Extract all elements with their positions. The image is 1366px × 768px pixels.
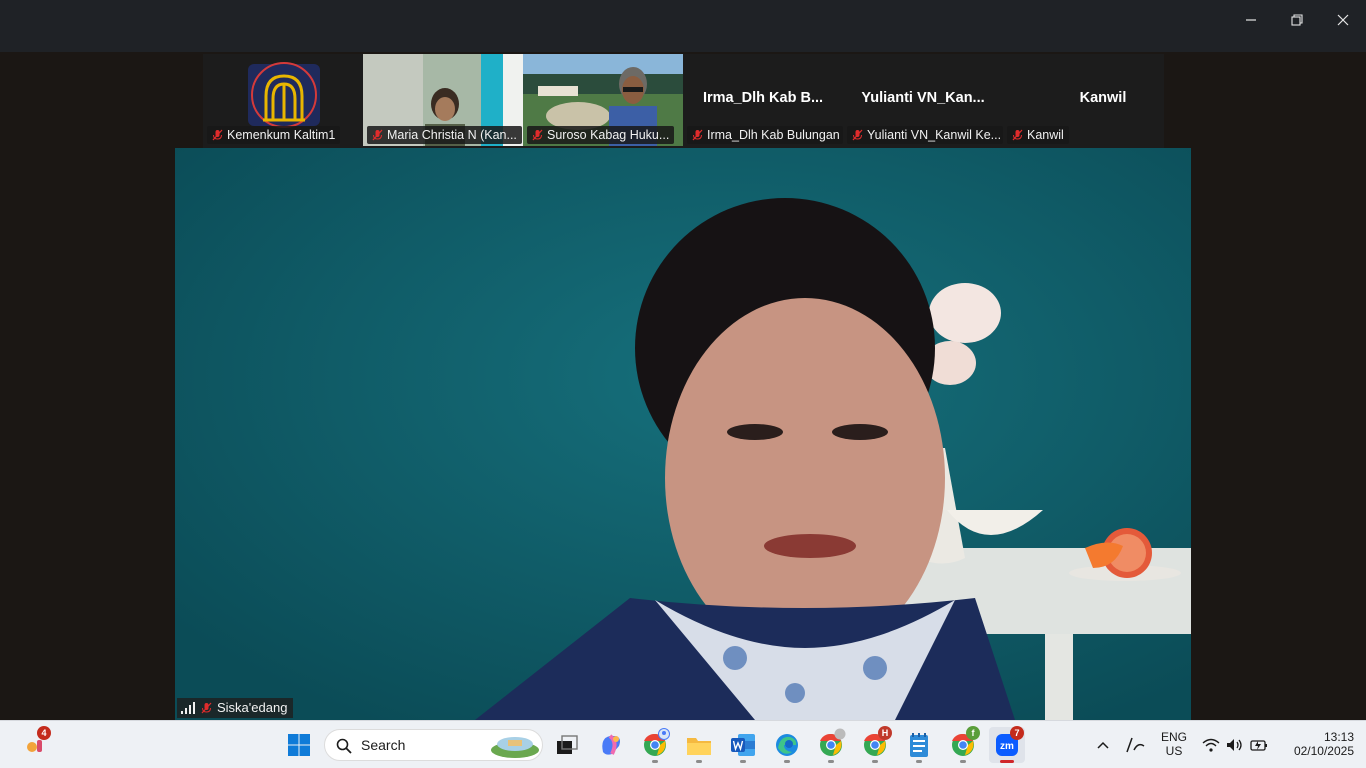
signal-bars-icon <box>181 702 195 714</box>
word-button[interactable] <box>725 727 761 763</box>
notification-badge: 7 <box>1010 726 1024 740</box>
muted-mic-icon <box>372 129 383 141</box>
folder-icon <box>687 738 711 755</box>
pen-workspace-icon <box>1126 737 1145 753</box>
restore-button[interactable] <box>1282 8 1312 32</box>
window-titlebar <box>0 0 1366 52</box>
taskbar-search-box[interactable]: Search <box>324 729 543 761</box>
speaker-name-tag: Siska'edang <box>177 698 294 718</box>
file-explorer-button[interactable] <box>681 727 717 763</box>
participant-display-name: Yulianti VN_Kan... <box>861 90 985 106</box>
wifi-icon <box>1202 738 1220 752</box>
profile-avatar-icon <box>834 728 846 740</box>
participant-name: Suroso Kabag Huku... <box>547 128 670 142</box>
speaker-name: Siska'edang <box>217 700 288 715</box>
profile-badge: f <box>966 726 980 740</box>
participant-display-name: Kanwil <box>1079 90 1127 106</box>
task-view-icon <box>557 735 578 754</box>
minimize-button[interactable] <box>1236 8 1266 32</box>
search-icon <box>336 738 352 754</box>
chrome-profile-4-button[interactable]: f <box>945 726 981 763</box>
participant-name: Kemenkum Kaltim1 <box>227 128 336 142</box>
chrome-profile-2-button[interactable] <box>813 727 849 763</box>
participant-tile[interactable]: Kemenkum Kaltim1 <box>203 54 363 146</box>
participant-tile[interactable]: Maria Christia N (Kan... <box>363 54 523 146</box>
notepad-icon <box>910 733 928 757</box>
running-indicator <box>916 760 922 763</box>
speaker-video-frame <box>175 148 1191 720</box>
running-indicator <box>828 760 834 763</box>
windows-logo-icon <box>288 734 310 756</box>
muted-mic-icon <box>532 129 543 141</box>
participant-name-tag: Suroso Kabag Huku... <box>527 126 675 144</box>
chrome-button[interactable] <box>637 727 673 763</box>
running-indicator <box>784 760 790 763</box>
muted-mic-icon <box>692 129 703 141</box>
muted-mic-icon <box>1012 129 1023 141</box>
taskbar: 4 Search H f zm 7 ENG US 13:13 02/10/202… <box>0 720 1366 768</box>
running-indicator <box>740 760 746 763</box>
participant-name-tag: Yulianti VN_Kanwil Ke... <box>847 126 1003 144</box>
muted-mic-icon <box>201 702 212 714</box>
muted-mic-icon <box>852 129 863 141</box>
input-language-indicator[interactable]: ENG US <box>1156 730 1192 758</box>
close-button[interactable] <box>1328 8 1358 32</box>
participant-tile[interactable]: Kanwil Kanwil <box>1003 54 1163 146</box>
clock-date: 02/10/2025 <box>1293 744 1354 758</box>
start-button[interactable] <box>281 727 317 763</box>
word-icon <box>731 734 755 756</box>
participant-strip: Kemenkum Kaltim1 Maria Christia N (Kan..… <box>203 54 1164 148</box>
muted-mic-icon <box>212 129 223 141</box>
minimize-icon <box>1246 19 1256 21</box>
search-highlight-image <box>491 737 539 758</box>
weather-widget[interactable]: 4 <box>16 726 52 763</box>
zoom-button[interactable]: zm 7 <box>989 726 1025 763</box>
notepad-button[interactable] <box>901 727 937 763</box>
chevron-up-icon <box>1097 741 1109 749</box>
edge-button[interactable] <box>769 727 805 763</box>
close-icon <box>1337 14 1349 26</box>
participant-name-tag: Irma_Dlh Kab Bulungan <box>687 126 843 144</box>
pen-menu-button[interactable] <box>1118 727 1152 763</box>
participant-name: Yulianti VN_Kanwil Ke... <box>867 128 1002 142</box>
clock-time: 13:13 <box>1323 730 1354 744</box>
participant-tile[interactable]: Irma_Dlh Kab B... Irma_Dlh Kab Bulungan <box>683 54 843 146</box>
chrome-profile-3-button[interactable]: H <box>857 726 893 763</box>
participant-name-tag: Maria Christia N (Kan... <box>367 126 522 144</box>
running-indicator <box>696 760 702 763</box>
participant-name: Maria Christia N (Kan... <box>387 128 517 142</box>
profile-icon <box>658 728 670 740</box>
participant-display-name: Irma_Dlh Kab B... <box>702 90 824 106</box>
copilot-icon <box>602 734 620 755</box>
restore-icon <box>1291 14 1303 26</box>
participant-name: Kanwil <box>1027 128 1064 142</box>
speaker-icon <box>1227 739 1242 751</box>
network-button[interactable] <box>1198 727 1224 763</box>
participant-name-tag: Kemenkum Kaltim1 <box>207 126 341 144</box>
search-label: Search <box>361 737 406 753</box>
running-indicator <box>652 760 658 763</box>
active-speaker-video[interactable]: Siska'edang <box>175 148 1191 720</box>
profile-badge: H <box>878 726 892 740</box>
battery-button[interactable] <box>1246 727 1272 763</box>
battery-charging-icon <box>1250 740 1267 751</box>
running-indicator <box>872 760 878 763</box>
copilot-button[interactable] <box>593 727 629 763</box>
participant-name: Irma_Dlh Kab Bulungan <box>707 128 840 142</box>
participant-tile[interactable]: Suroso Kabag Huku... <box>523 54 683 146</box>
language-code: ENG <box>1160 730 1187 744</box>
svg-text:zm: zm <box>1000 741 1014 752</box>
task-view-button[interactable] <box>549 727 585 763</box>
active-indicator <box>1000 760 1014 763</box>
meeting-stage: Kemenkum Kaltim1 Maria Christia N (Kan..… <box>0 52 1366 720</box>
clock[interactable]: 13:13 02/10/2025 <box>1278 730 1354 758</box>
volume-button[interactable] <box>1222 727 1248 763</box>
edge-icon <box>776 734 798 756</box>
notification-badge: 4 <box>37 726 51 740</box>
running-indicator <box>960 760 966 763</box>
region-code: US <box>1165 744 1183 758</box>
participant-tile[interactable]: Yulianti VN_Kan... Yulianti VN_Kanwil Ke… <box>843 54 1003 146</box>
show-hidden-icons-button[interactable] <box>1086 727 1120 763</box>
participant-name-tag: Kanwil <box>1007 126 1069 144</box>
